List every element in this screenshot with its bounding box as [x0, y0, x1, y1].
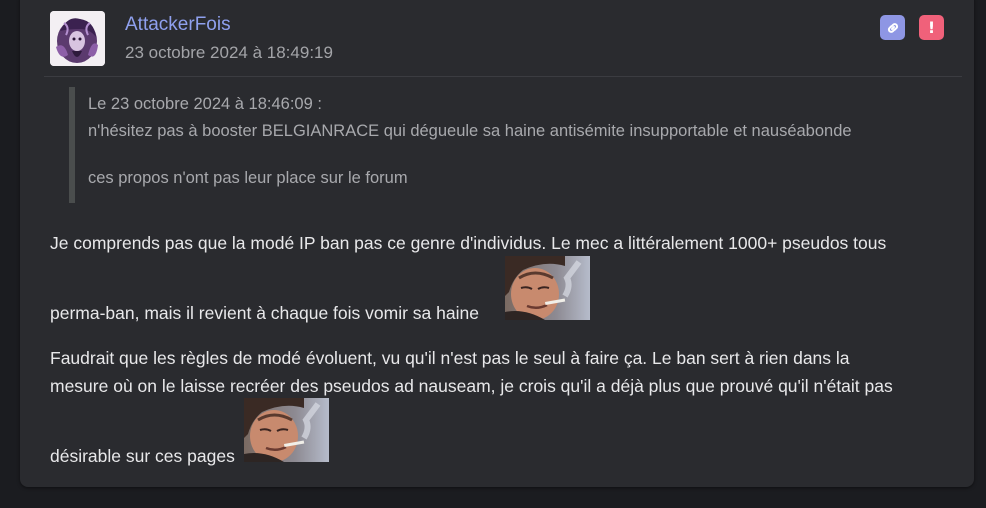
smiley-sticker — [505, 256, 590, 320]
smiley-sticker — [244, 398, 329, 462]
header-divider — [44, 76, 962, 77]
quote-line: ces propos n'ont pas leur place sur le f… — [88, 169, 408, 187]
post-timestamp: 23 octobre 2024 à 18:49:19 — [125, 43, 333, 62]
post-text-line: Faudrait que les règles de modé évoluent… — [50, 348, 850, 368]
avatar-image — [50, 11, 105, 66]
smoking-man-sticker — [244, 398, 329, 462]
quote-block: Le 23 octobre 2024 à 18:46:09 : n'hésite… — [69, 87, 925, 203]
report-button[interactable]: ! — [919, 15, 944, 40]
post-text-line: perma-ban, mais il revient à chaque fois… — [50, 303, 479, 323]
quote-line: n'hésitez pas à booster BELGIANRACE qui … — [88, 122, 852, 140]
post-text-line: Je comprends pas que la modé IP ban pas … — [50, 233, 887, 253]
avatar[interactable] — [50, 11, 105, 66]
post-text-line: mesure où on le laisse recréer des pseud… — [50, 376, 893, 396]
link-icon — [887, 22, 898, 33]
permalink-button[interactable] — [880, 15, 905, 40]
post-text-line: désirable sur ces pages — [50, 446, 235, 466]
post-card: AttackerFois 23 octobre 2024 à 18:49:19 … — [20, 0, 974, 487]
author-username[interactable]: AttackerFois — [125, 14, 231, 36]
smoking-man-sticker — [505, 256, 590, 320]
quote-header: Le 23 octobre 2024 à 18:46:09 : — [88, 95, 322, 113]
exclamation-icon: ! — [927, 17, 936, 37]
